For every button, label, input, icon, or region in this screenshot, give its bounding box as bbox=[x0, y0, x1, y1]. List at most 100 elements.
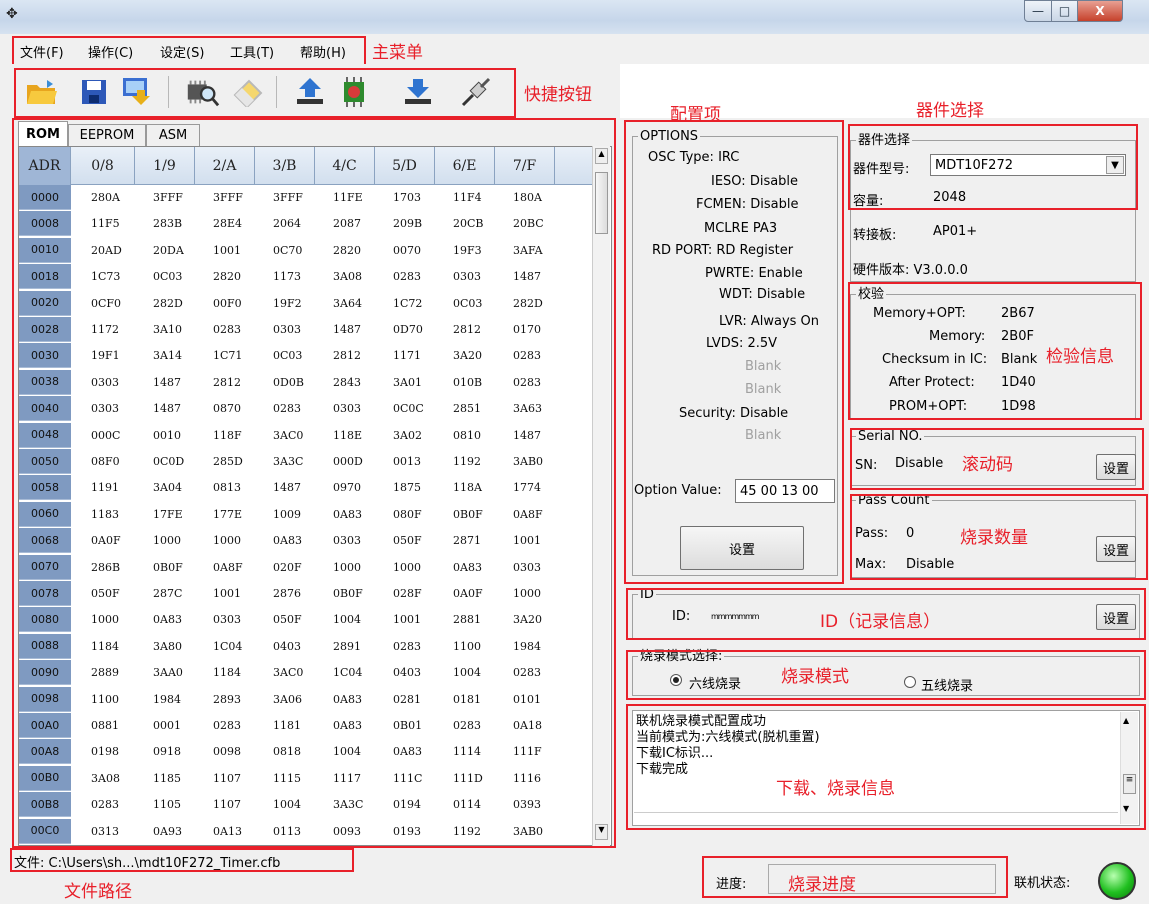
table-cell[interactable]: 0283 bbox=[495, 660, 555, 685]
table-cell[interactable]: 0283 bbox=[255, 396, 315, 421]
table-cell[interactable]: 050F bbox=[255, 607, 315, 632]
column-header[interactable]: 6/E bbox=[435, 147, 495, 185]
table-cell[interactable]: 0A83 bbox=[255, 528, 315, 553]
table-cell[interactable]: 1000 bbox=[495, 581, 555, 606]
table-cell[interactable]: 0303 bbox=[435, 264, 495, 289]
scroll-up-arrow-icon[interactable]: ▲ bbox=[1123, 716, 1129, 725]
table-cell[interactable]: 0070 bbox=[375, 238, 435, 263]
table-cell[interactable]: 0403 bbox=[375, 660, 435, 685]
table-cell[interactable]: 19F3 bbox=[435, 238, 495, 263]
open-folder-icon[interactable] bbox=[24, 74, 60, 110]
table-cell[interactable]: 19F2 bbox=[255, 291, 315, 316]
mode-six-wire-radio[interactable] bbox=[670, 674, 682, 686]
table-cell[interactable]: 1487 bbox=[135, 396, 195, 421]
table-cell[interactable]: 0101 bbox=[495, 687, 555, 712]
table-cell[interactable]: 285D bbox=[195, 449, 255, 474]
table-cell[interactable]: 1001 bbox=[195, 581, 255, 606]
table-cell[interactable]: 0114 bbox=[435, 792, 495, 817]
table-cell[interactable]: 0D0B bbox=[255, 370, 315, 395]
upload-icon[interactable] bbox=[292, 74, 328, 110]
table-cell[interactable]: 0C0D bbox=[135, 449, 195, 474]
table-cell[interactable]: 2812 bbox=[315, 343, 375, 368]
table-cell[interactable]: 1004 bbox=[435, 660, 495, 685]
table-cell[interactable]: 1004 bbox=[315, 607, 375, 632]
table-cell[interactable]: 1001 bbox=[195, 238, 255, 263]
table-cell[interactable]: 1100 bbox=[435, 634, 495, 659]
table-cell[interactable]: 3A08 bbox=[73, 766, 133, 791]
minimize-button[interactable]: — bbox=[1024, 0, 1052, 22]
table-cell[interactable]: 0D70 bbox=[375, 317, 435, 342]
table-cell[interactable]: 0C03 bbox=[435, 291, 495, 316]
column-header[interactable]: 5/D bbox=[375, 147, 435, 185]
table-cell[interactable]: 20BC bbox=[495, 211, 555, 236]
table-cell[interactable]: 3AA0 bbox=[135, 660, 195, 685]
tab-asm[interactable]: ASM bbox=[146, 124, 200, 146]
table-cell[interactable]: 1172 bbox=[73, 317, 133, 342]
table-cell[interactable]: 0B0F bbox=[435, 502, 495, 527]
id-set-button[interactable]: 设置 bbox=[1096, 604, 1136, 630]
table-cell[interactable]: 050F bbox=[375, 528, 435, 553]
table-cell[interactable]: 1192 bbox=[435, 449, 495, 474]
table-cell[interactable]: 0198 bbox=[73, 739, 133, 764]
table-cell[interactable]: 0170 bbox=[495, 317, 555, 342]
column-header[interactable]: 3/B bbox=[255, 147, 315, 185]
table-cell[interactable]: 0403 bbox=[255, 634, 315, 659]
menu-help[interactable]: 帮助(H) bbox=[300, 42, 346, 61]
table-cell[interactable]: 0393 bbox=[495, 792, 555, 817]
table-cell[interactable]: 028F bbox=[375, 581, 435, 606]
table-cell[interactable]: 0303 bbox=[315, 396, 375, 421]
table-cell[interactable]: 020F bbox=[255, 555, 315, 580]
table-cell[interactable]: 1000 bbox=[135, 528, 195, 553]
table-cell[interactable]: 050F bbox=[73, 581, 133, 606]
menu-settings[interactable]: 设定(S) bbox=[160, 42, 204, 61]
table-cell[interactable]: 0A8F bbox=[195, 555, 255, 580]
table-cell[interactable]: 0B0F bbox=[315, 581, 375, 606]
table-cell[interactable]: 282D bbox=[135, 291, 195, 316]
table-cell[interactable]: 0283 bbox=[375, 634, 435, 659]
table-cell[interactable]: 3A3C bbox=[255, 449, 315, 474]
table-cell[interactable]: 0098 bbox=[195, 739, 255, 764]
table-cell[interactable]: 1487 bbox=[495, 423, 555, 448]
table-cell[interactable]: 3A20 bbox=[435, 343, 495, 368]
column-header[interactable]: ADR bbox=[19, 147, 71, 185]
table-cell[interactable]: 3A80 bbox=[135, 634, 195, 659]
table-cell[interactable]: 3A20 bbox=[495, 607, 555, 632]
mode-five-wire-radio[interactable] bbox=[904, 676, 916, 688]
table-cell[interactable]: 3AB0 bbox=[495, 449, 555, 474]
table-cell[interactable]: 20CB bbox=[435, 211, 495, 236]
table-cell[interactable]: 010B bbox=[435, 370, 495, 395]
options-set-button[interactable]: 设置 bbox=[680, 526, 804, 570]
table-cell[interactable]: 0303 bbox=[495, 555, 555, 580]
table-cell[interactable]: 0A83 bbox=[315, 713, 375, 738]
table-cell[interactable]: 2087 bbox=[315, 211, 375, 236]
table-cell[interactable]: 0303 bbox=[195, 607, 255, 632]
table-cell[interactable]: 0CF0 bbox=[73, 291, 133, 316]
table-cell[interactable]: 1173 bbox=[255, 264, 315, 289]
table-cell[interactable]: 0C03 bbox=[135, 264, 195, 289]
table-cell[interactable]: 2812 bbox=[435, 317, 495, 342]
table-cell[interactable]: 3A64 bbox=[315, 291, 375, 316]
table-cell[interactable]: 1000 bbox=[315, 555, 375, 580]
table-cell[interactable]: 1000 bbox=[195, 528, 255, 553]
table-cell[interactable]: 1001 bbox=[375, 607, 435, 632]
table-cell[interactable]: 17FE bbox=[135, 502, 195, 527]
tab-eeprom[interactable]: EEPROM bbox=[68, 124, 146, 146]
table-cell[interactable]: 0813 bbox=[195, 475, 255, 500]
table-cell[interactable]: 2820 bbox=[195, 264, 255, 289]
table-cell[interactable]: 286B bbox=[73, 555, 133, 580]
table-cell[interactable]: 0C70 bbox=[255, 238, 315, 263]
table-cell[interactable]: 0010 bbox=[135, 423, 195, 448]
table-cell[interactable]: 0A83 bbox=[435, 555, 495, 580]
table-cell[interactable]: 000C bbox=[73, 423, 133, 448]
table-cell[interactable]: 283B bbox=[135, 211, 195, 236]
connect-icon[interactable] bbox=[458, 74, 494, 110]
table-cell[interactable]: 1487 bbox=[495, 264, 555, 289]
table-cell[interactable]: 08F0 bbox=[73, 449, 133, 474]
table-cell[interactable]: 0A93 bbox=[135, 819, 195, 844]
table-cell[interactable]: 1105 bbox=[135, 792, 195, 817]
table-cell[interactable]: 118E bbox=[315, 423, 375, 448]
table-cell[interactable]: 1171 bbox=[375, 343, 435, 368]
option-value-field[interactable]: 45 00 13 00 bbox=[735, 479, 835, 503]
table-cell[interactable]: 1100 bbox=[73, 687, 133, 712]
table-cell[interactable]: 1004 bbox=[315, 739, 375, 764]
